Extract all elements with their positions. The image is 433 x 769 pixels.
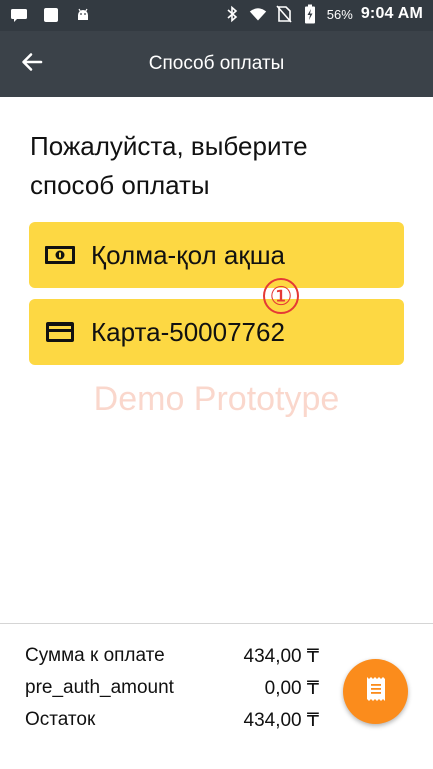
battery-charging-icon xyxy=(301,4,319,24)
summary-label: pre_auth_amount xyxy=(25,677,174,698)
instruction-text: Пожалуйста, выберите способ оплаты xyxy=(30,127,390,205)
app-toolbar: Способ оплаты xyxy=(0,31,433,97)
payment-option-card[interactable]: Карта-50007762 xyxy=(29,299,404,365)
summary-value: 434,00 ₸ xyxy=(243,646,319,667)
summary-value: 0,00 ₸ xyxy=(264,678,319,699)
credit-card-icon xyxy=(43,315,77,349)
payment-option-label: Карта-50007762 xyxy=(91,316,285,347)
clock: 9:04 AM xyxy=(360,5,423,22)
annotation-marker-1: ① xyxy=(263,278,299,314)
summary-row-amount-due: Сумма к оплате 434,00 ₸ xyxy=(25,645,325,675)
no-sim-icon xyxy=(275,5,293,23)
status-bar: 56% 9:04 AM xyxy=(0,0,433,31)
battery-percent: 56% xyxy=(326,6,353,22)
bluetooth-icon xyxy=(223,5,241,23)
payment-option-cash[interactable]: Қолма-қол ақша xyxy=(29,222,404,288)
message-icon xyxy=(10,6,28,24)
page-title: Способ оплаты xyxy=(148,53,285,74)
receipt-button[interactable] xyxy=(343,659,408,724)
receipt-icon xyxy=(364,676,388,707)
notification-square-icon xyxy=(42,6,60,24)
instruction-line-2: способ оплаты xyxy=(30,170,210,200)
cash-icon xyxy=(43,238,77,272)
payment-method-screen: 56% 9:04 AM Способ оплаты Пожалуйста, вы… xyxy=(0,0,433,769)
payment-option-label: Қолма-қол ақша xyxy=(91,239,286,270)
watermark: Demo Prototype xyxy=(93,380,340,418)
summary-label: Сумма к оплате xyxy=(25,645,165,666)
instruction-line-1: Пожалуйста, выберите xyxy=(30,131,308,161)
summary-row-preauth: pre_auth_amount 0,00 ₸ xyxy=(25,677,325,707)
android-icon xyxy=(74,6,92,24)
summary-label: Остаток xyxy=(25,709,96,730)
summary-row-remaining: Остаток 434,00 ₸ xyxy=(25,709,325,739)
wifi-icon xyxy=(249,5,267,23)
summary-value: 434,00 ₸ xyxy=(243,710,319,731)
